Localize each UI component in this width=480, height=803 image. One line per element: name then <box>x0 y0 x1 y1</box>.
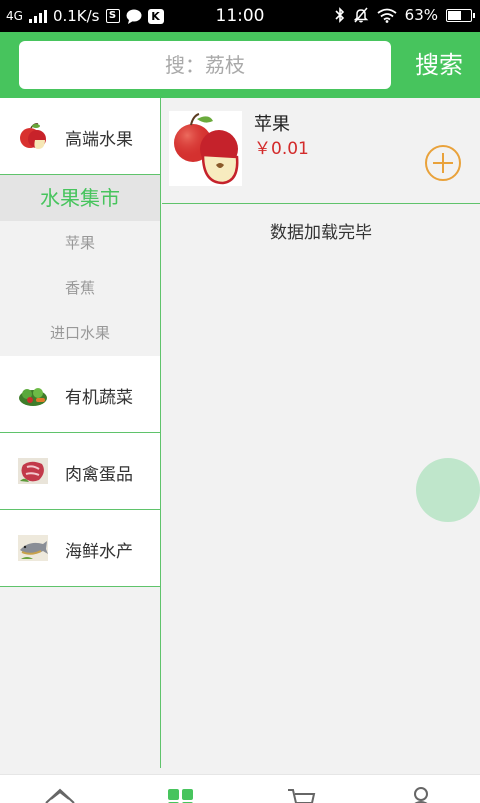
apple-icon <box>20 123 46 149</box>
sidebar-item-label: 肉禽蛋品 <box>65 465 133 485</box>
battery-icon <box>446 8 475 22</box>
user-icon[interactable] <box>404 785 438 803</box>
apple-icon <box>169 111 242 186</box>
subcategory-apple[interactable]: 苹果 <box>0 221 160 266</box>
seafood-icon <box>18 535 48 561</box>
product-name: 苹果 <box>254 114 290 135</box>
product-list: 苹果 ￥0.01 数据加载完毕 <box>162 98 480 243</box>
product-price: ￥0.01 <box>254 139 309 159</box>
header: 搜索 <box>0 32 480 98</box>
sidebar-item-premium-fruit[interactable]: 高端水果 <box>0 98 160 175</box>
home-icon[interactable] <box>43 785 77 803</box>
wifi-icon <box>377 8 397 23</box>
sidebar-item-fruit-market[interactable]: 水果集市 <box>0 175 160 221</box>
category-icon[interactable] <box>164 785 198 803</box>
sidebar-item-organic-vegetables[interactable]: 有机蔬菜 <box>0 356 160 433</box>
sidebar-item-seafood[interactable]: 海鲜水产 <box>0 510 160 587</box>
sidebar-item-meat-eggs[interactable]: 肉禽蛋品 <box>0 433 160 510</box>
category-sidebar: 高端水果 水果集市 苹果 香蕉 进口水果 有机蔬菜 肉禽蛋品 海鲜水产 <box>0 98 161 768</box>
bluetooth-icon <box>335 7 344 23</box>
subcategory-imported-fruit[interactable]: 进口水果 <box>0 311 160 356</box>
list-status: 数据加载完毕 <box>270 223 372 243</box>
bottom-tab-bar <box>0 774 480 803</box>
subcategory-list: 苹果 香蕉 进口水果 <box>0 221 160 356</box>
subcategory-banana[interactable]: 香蕉 <box>0 266 160 311</box>
battery-fill <box>448 10 461 20</box>
sidebar-item-label: 高端水果 <box>65 130 133 150</box>
status-bar: 4G 0.1K/s S K 11:00 63% <box>0 0 480 32</box>
mute-bell-icon <box>353 7 368 23</box>
meat-icon <box>18 458 48 484</box>
product-item[interactable]: 苹果 ￥0.01 <box>162 98 480 204</box>
search-button[interactable]: 搜索 <box>404 44 474 86</box>
sidebar-item-label: 有机蔬菜 <box>65 388 133 408</box>
floating-action-button[interactable] <box>416 458 480 522</box>
search-input[interactable] <box>19 41 391 89</box>
sidebar-item-label: 海鲜水产 <box>65 542 133 562</box>
vegetable-icon <box>19 388 47 406</box>
add-to-cart-icon[interactable] <box>424 144 462 182</box>
status-right: 63% <box>335 6 475 24</box>
battery-percent: 63% <box>404 6 438 24</box>
cart-icon[interactable] <box>284 785 318 803</box>
